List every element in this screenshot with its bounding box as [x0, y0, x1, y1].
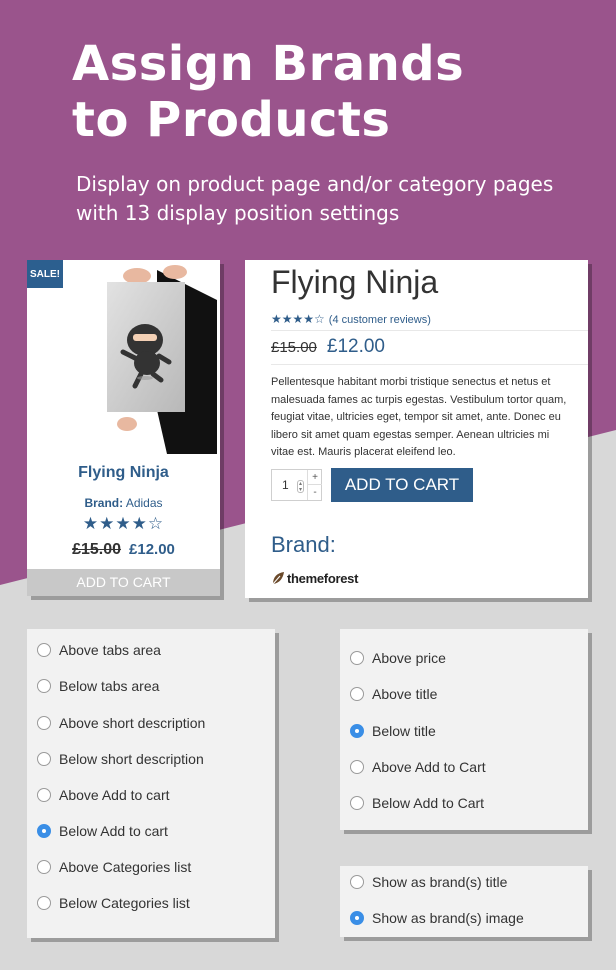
quantity-plus-button[interactable]: + — [307, 470, 322, 485]
product-detail-card: Flying Ninja ★★★★☆ (4 customer reviews) £… — [245, 260, 588, 598]
option-below-add-to-cart[interactable]: Below Add to Cart — [350, 795, 484, 811]
brand-heading: Brand: — [271, 532, 336, 557]
radio-button-selected[interactable] — [350, 911, 364, 925]
option-label: Below Add to Cart — [372, 795, 485, 811]
rating-stars: ★★★★☆ — [271, 312, 325, 326]
option-below-add-to-cart[interactable]: Below Add to cart — [37, 823, 168, 839]
radio-button[interactable] — [37, 716, 51, 730]
option-above-title[interactable]: Above title — [350, 686, 437, 702]
radio-button[interactable] — [37, 643, 51, 657]
divider — [271, 364, 588, 365]
option-label: Above Add to cart — [59, 787, 170, 803]
option-show-as-image[interactable]: Show as brand(s) image — [350, 910, 524, 926]
product-price: £15.00 £12.00 — [271, 336, 385, 358]
product-title: Flying Ninja — [271, 264, 439, 300]
radio-button[interactable] — [350, 651, 364, 665]
hero-subtitle-line-2: with 13 display position settings — [76, 201, 400, 225]
option-below-title[interactable]: Below title — [350, 723, 436, 739]
product-card[interactable]: SALE! Flying Ninja Brand: Adidas ★★★★☆ £… — [27, 260, 220, 596]
option-label: Above Categories list — [59, 859, 192, 875]
quantity-minus-button[interactable]: - — [307, 485, 322, 500]
radio-button[interactable] — [350, 875, 364, 889]
hero-subtitle-line-1: Display on product page and/or category … — [76, 172, 554, 196]
product-image[interactable]: SALE! — [27, 260, 220, 454]
radio-button[interactable] — [37, 860, 51, 874]
option-above-price[interactable]: Above price — [350, 650, 446, 666]
option-label: Above tabs area — [59, 642, 161, 658]
brand-display-mode-options: Show as brand(s) title Show as brand(s) … — [340, 866, 588, 937]
add-to-cart-button[interactable]: ADD TO CART — [27, 569, 220, 596]
sale-price: £12.00 — [129, 541, 175, 558]
radio-button[interactable] — [37, 896, 51, 910]
radio-button[interactable] — [350, 687, 364, 701]
hero-title-line-1: Assign Brands — [72, 36, 465, 92]
category-page-position-options: Above price Above title Below title Abov… — [340, 629, 588, 830]
option-label: Below Categories list — [59, 895, 190, 911]
radio-button[interactable] — [37, 679, 51, 693]
radio-button[interactable] — [37, 752, 51, 766]
hero-subtitle: Display on product page and/or category … — [76, 170, 606, 228]
option-label: Above short description — [59, 715, 206, 731]
option-label: Show as brand(s) title — [372, 874, 508, 890]
option-label: Show as brand(s) image — [372, 910, 524, 926]
divider — [271, 330, 588, 331]
radio-button-selected[interactable] — [350, 724, 364, 738]
old-price: £15.00 — [271, 339, 317, 356]
option-label: Above Add to Cart — [372, 759, 486, 775]
brand-name-link[interactable]: Adidas — [126, 496, 163, 510]
hero-title-line-2: to Products — [72, 92, 391, 148]
option-above-categories-list[interactable]: Above Categories list — [37, 859, 191, 875]
review-summary: ★★★★☆ (4 customer reviews) — [271, 312, 431, 326]
radio-button-selected[interactable] — [37, 824, 51, 838]
option-above-add-to-cart[interactable]: Above Add to cart — [37, 787, 170, 803]
option-show-as-title[interactable]: Show as brand(s) title — [350, 874, 507, 890]
sale-price: £12.00 — [326, 336, 386, 357]
ninja-poster-image — [107, 265, 217, 454]
option-label: Above price — [372, 650, 446, 666]
option-label: Below title — [372, 723, 436, 739]
option-label: Above title — [372, 686, 438, 702]
reviews-link[interactable]: (4 customer reviews) — [329, 314, 431, 326]
spinner-icon[interactable]: ▴ ▾ — [297, 480, 304, 493]
option-label: Below short description — [59, 751, 204, 767]
product-card-brand: Brand: Adidas — [27, 496, 220, 510]
radio-button[interactable] — [37, 788, 51, 802]
option-below-short-description[interactable]: Below short description — [37, 751, 204, 767]
product-page-position-options: Above tabs area Below tabs area Above sh… — [27, 629, 275, 938]
option-above-tabs-area[interactable]: Above tabs area — [37, 642, 161, 658]
product-card-price: £15.00 £12.00 — [27, 541, 220, 559]
quantity-stepper[interactable]: 1 ▴ ▾ + - — [271, 469, 322, 501]
option-below-categories-list[interactable]: Below Categories list — [37, 895, 190, 911]
radio-button[interactable] — [350, 760, 364, 774]
add-to-cart-button[interactable]: ADD TO CART — [331, 468, 473, 502]
option-below-tabs-area[interactable]: Below tabs area — [37, 678, 159, 694]
brand-logo-text: themeforest — [287, 570, 359, 586]
quantity-value[interactable]: 1 — [282, 478, 289, 492]
old-price: £15.00 — [72, 541, 122, 558]
option-above-short-description[interactable]: Above short description — [37, 715, 205, 731]
brand-logo[interactable]: themeforest — [271, 570, 358, 586]
rating-stars: ★★★★☆ — [82, 514, 165, 533]
product-card-title[interactable]: Flying Ninja — [27, 464, 220, 482]
option-label: Below tabs area — [59, 678, 160, 694]
short-description: Pellentesque habitant morbi tristique se… — [271, 376, 567, 458]
sale-badge: SALE! — [27, 260, 63, 288]
option-above-add-to-cart[interactable]: Above Add to Cart — [350, 759, 486, 775]
hero-title: Assign Brands to Products — [72, 36, 592, 148]
radio-button[interactable] — [350, 796, 364, 810]
brand-label: Brand: — [84, 496, 124, 510]
option-label: Below Add to cart — [59, 823, 168, 839]
themeforest-leaf-icon — [272, 572, 284, 585]
